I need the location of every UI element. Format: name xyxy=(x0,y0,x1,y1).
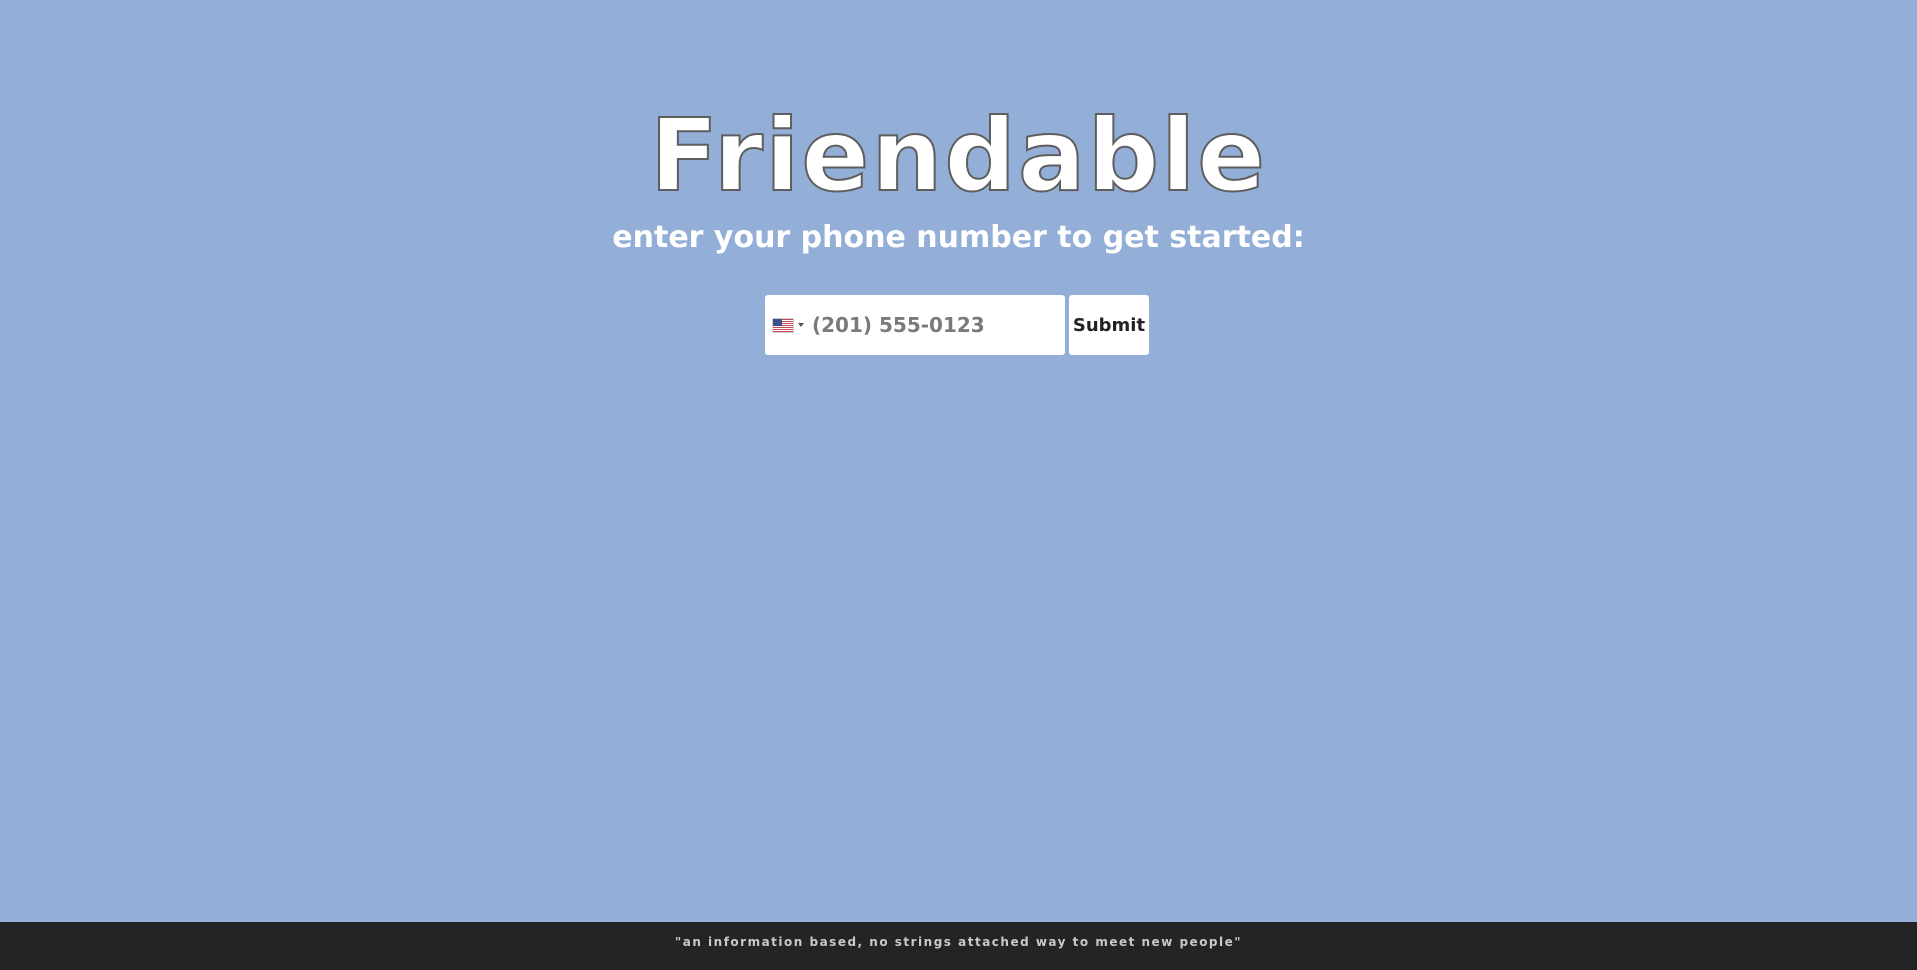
phone-form: Submit xyxy=(765,295,1149,355)
footer: "an information based, no strings attach… xyxy=(0,922,1917,970)
flag-canton xyxy=(773,318,782,326)
app-title: Friendable xyxy=(649,96,1268,215)
footer-tagline: "an information based, no strings attach… xyxy=(674,935,1243,949)
us-flag-icon xyxy=(773,318,793,332)
submit-button[interactable]: Submit xyxy=(1069,295,1149,355)
country-code-dropdown[interactable] xyxy=(765,295,812,355)
chevron-down-icon xyxy=(798,323,804,327)
phone-field xyxy=(765,295,1065,355)
page-subtitle: enter your phone number to get started: xyxy=(612,220,1305,255)
phone-number-input[interactable] xyxy=(812,295,1042,355)
